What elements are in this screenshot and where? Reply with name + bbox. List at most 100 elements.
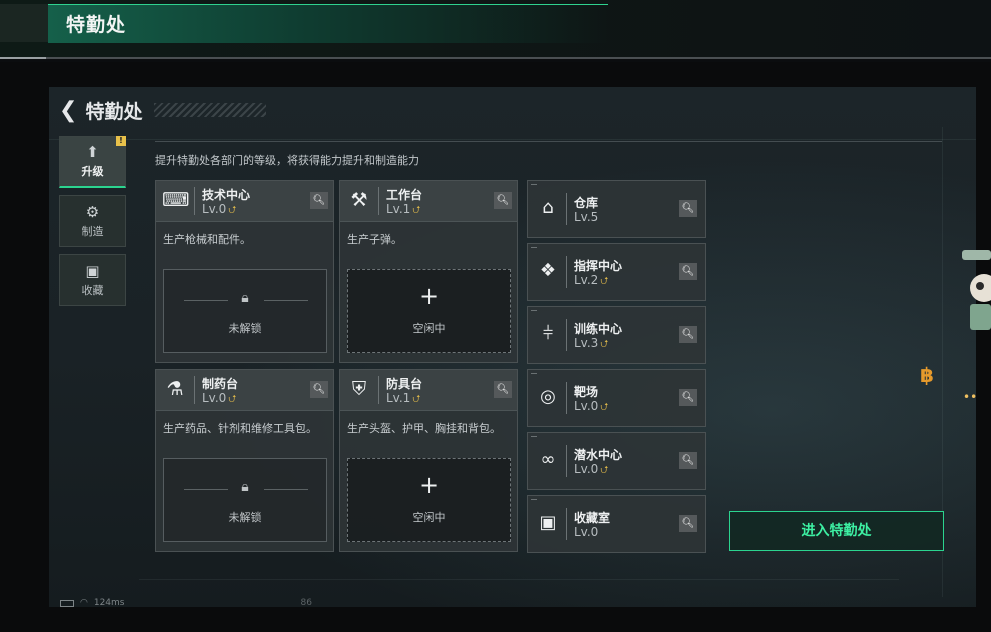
tab-badge: ! [116,136,126,146]
slot-status: 空闲中 [412,322,446,335]
header-accent [48,4,608,43]
facility-card-warehouse[interactable]: ⌂ 仓库 Lv.5 🔍︎ [527,180,706,238]
header-left-block [0,4,48,42]
diving-center-icon: ∞ [540,449,556,470]
search-icon[interactable]: 🔍︎ [494,381,512,398]
wifi-icon: ◠ [80,598,88,608]
warehouse-icon: ⌂ [542,197,554,218]
armor-bench-icon: ⛨ [351,378,367,400]
facility-name: 靶场 [574,385,599,399]
stream-header: 特勤处 [0,0,991,59]
lock-icon: 🔒︎ [241,479,249,495]
department-card-armor-bench[interactable]: ⛨ 防具台 Lv.1 ⮍ 🔍︎ 生产头盔、护甲、胸挂和背包。 + 空闲中 [339,369,518,552]
corner-mark [531,436,537,437]
facility-name: 训练中心 [574,322,623,336]
facility-level: Lv.0 ⮍ [574,462,609,476]
slot-status: 空闲中 [412,511,446,524]
production-slot-idle[interactable]: + 空闲中 [347,269,511,353]
mascot-sprite [962,250,991,330]
upgrade-chevron-icon: ⮍ [228,205,237,216]
search-icon[interactable]: 🔍︎ [310,381,328,398]
facility-card-collection-room[interactable]: ▣ 收藏室 Lv.0 🔍︎ [527,495,706,553]
divider [566,445,567,477]
department-name: 防具台 [386,377,423,391]
department-card-tech-center[interactable]: ⌨ 技术中心 Lv.0 ⮍ 🔍︎ 生产枪械和配件。 🔒︎ 未解锁 [155,180,334,363]
tech-center-icon: ⌨ [162,189,190,211]
divider [378,187,379,215]
facility-level: Lv.0 [574,525,599,539]
corner-mark [531,247,537,248]
training-center-icon: ⫩ [542,323,554,344]
department-name: 工作台 [386,188,423,202]
upgrade-chevron-icon: ⮍ [412,205,421,216]
department-description: 生产子弹。 [347,233,402,246]
department-description: 生产药品、针剂和维修工具包。 [163,422,317,435]
search-icon[interactable]: 🔍︎ [679,200,697,217]
department-level: Lv.0 ⮍ [202,391,237,405]
grid-line [49,139,976,140]
card-header: ⚒ 工作台 Lv.1 ⮍ 🔍︎ [340,181,517,222]
facility-card-training-center[interactable]: ⫩ 训练中心 Lv.3 ⮍ 🔍︎ [527,306,706,364]
window-title: 特勤处 [85,101,143,123]
divider [194,187,195,215]
back-button[interactable]: ❮ 特勤处 [59,97,142,124]
slot-status: 未解锁 [228,511,262,524]
search-icon[interactable]: 🔍︎ [679,326,697,343]
facility-card-diving-center[interactable]: ∞ 潜水中心 Lv.0 ⮍ 🔍︎ [527,432,706,490]
header-title: 特勤处 [66,14,127,36]
facility-name: 收藏室 [574,511,611,525]
facility-level: Lv.2 ⮍ [574,273,609,287]
production-slot-idle[interactable]: + 空闲中 [347,458,511,542]
search-icon[interactable]: 🔍︎ [679,389,697,406]
tab-upgrade-label: 升级 [81,165,104,178]
facility-name: 仓库 [574,196,599,210]
battery-icon [60,599,74,607]
facility-card-command-center[interactable]: ❖ 指挥中心 Lv.2 ⮍ 🔍︎ [527,243,706,301]
page-description: 提升特勤处各部门的等级，将获得能力提升和制造能力 [155,154,419,167]
gears-icon: ⚙ [85,202,100,221]
header-divider-highlight [0,57,46,59]
divider [566,508,567,540]
search-icon[interactable]: 🔍︎ [679,263,697,280]
department-name: 技术中心 [202,188,251,202]
corner-mark [531,184,537,185]
upgrade-chevron-icon: ⮍ [600,276,609,287]
tab-collection[interactable]: ▣ 收藏 [59,254,126,306]
header-divider [0,57,991,59]
department-description: 生产头盔、护甲、胸挂和背包。 [347,422,501,435]
upgrade-chevron-icon: ⮍ [600,402,609,413]
search-icon[interactable]: 🔍︎ [494,192,512,209]
sparkle-icon: •• [963,390,978,404]
search-icon[interactable]: 🔍︎ [310,192,328,209]
tab-upgrade[interactable]: ! ⬆ 升级 [59,136,126,188]
page-number: 86 [300,598,312,608]
plus-icon: + [418,282,440,310]
divider [566,319,567,351]
back-arrow-icon: ❮ [59,97,78,123]
upgrade-chevron-icon: ⮍ [228,394,237,405]
facility-card-shooting-range[interactable]: ◎ 靶场 Lv.0 ⮍ 🔍︎ [527,369,706,427]
coin-icon: ฿ [920,363,934,387]
tab-craft[interactable]: ⚙ 制造 [59,195,126,247]
workbench-icon: ⚒ [350,189,368,211]
card-header: ⌨ 技术中心 Lv.0 ⮍ 🔍︎ [156,181,333,222]
department-card-workbench[interactable]: ⚒ 工作台 Lv.1 ⮍ 🔍︎ 生产子弹。 + 空闲中 [339,180,518,363]
department-card-pharmacy[interactable]: ⚗ 制药台 Lv.0 ⮍ 🔍︎ 生产药品、针剂和维修工具包。 🔒︎ 未解锁 [155,369,334,552]
collection-room-icon: ▣ [539,512,557,533]
upgrade-icon: ⬆ [86,143,99,161]
search-icon[interactable]: 🔍︎ [679,515,697,532]
collection-icon: ▣ [85,261,100,280]
tab-collection-label: 收藏 [81,283,104,297]
status-bar: ◠ 124ms 86 [60,598,312,608]
department-name: 制药台 [202,377,239,391]
department-description: 生产枪械和配件。 [163,233,251,246]
search-icon[interactable]: 🔍︎ [679,452,697,469]
grid-line [139,579,899,580]
corner-mark [531,499,537,500]
content-divider [155,141,942,142]
facility-level: Lv.5 [574,210,599,224]
facility-name: 指挥中心 [574,259,623,273]
slot-status: 未解锁 [228,322,262,335]
tab-craft-label: 制造 [81,224,104,238]
enter-special-ops-button[interactable]: 进入特勤处 [729,511,944,551]
